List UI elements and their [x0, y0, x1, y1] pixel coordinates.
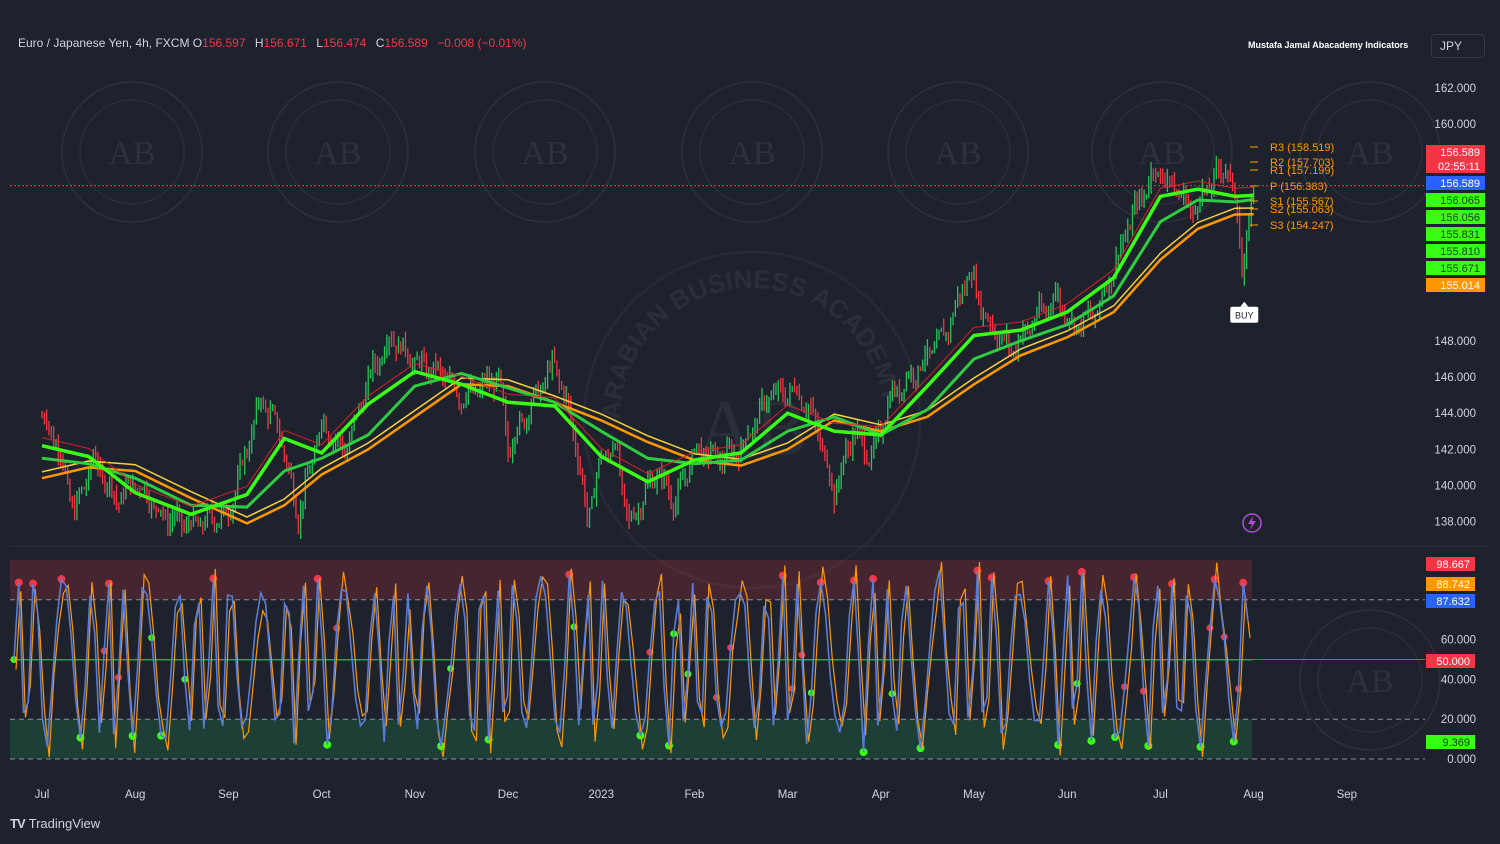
price-badge-text: 156.056	[1440, 212, 1480, 224]
pivot-label: S2 (155.063)	[1270, 204, 1334, 216]
oscillator-badge-text: 88.742	[1436, 579, 1470, 591]
time-axis-tick: Feb	[684, 789, 704, 801]
ema-slow-2-line	[41, 207, 1254, 518]
price-axis-tick: 162.000	[1434, 83, 1476, 95]
oscillator-zone	[10, 560, 1252, 600]
pivot-label: P (156.383)	[1270, 181, 1327, 193]
oscillator-axis-tick: 60.000	[1441, 635, 1476, 647]
time-axis-tick: Sep	[1337, 789, 1357, 801]
watermark-seal-text: AB	[1346, 135, 1393, 172]
tradingview-logo[interactable]: TV TradingView	[10, 816, 100, 831]
oscillator-badge-text: 9.369	[1442, 737, 1470, 749]
price-axis-tick: 144.000	[1434, 408, 1476, 420]
price-badge-text: 156.065	[1440, 195, 1480, 207]
pivot-label: R3 (158.519)	[1270, 142, 1334, 154]
price-badge-text: 155.014	[1440, 280, 1480, 292]
watermark-seal-text: AB	[314, 135, 361, 172]
alert-lightning-bolt	[1248, 516, 1256, 530]
time-axis-tick: Oct	[313, 789, 332, 801]
buy-label: BUY	[1235, 311, 1254, 321]
change-value: −0.008 (−0.01%)	[437, 36, 527, 50]
high-label: H	[254, 36, 264, 50]
low-value: 156.474	[322, 36, 367, 50]
oscillator-badge-text: 98.667	[1436, 559, 1470, 571]
price-badge-text: 02:55:11	[1438, 161, 1480, 173]
currency-button[interactable]: JPY	[1431, 34, 1485, 58]
indicator-brand: Mustafa Jamal Abacademy Indicators	[1248, 40, 1409, 50]
price-axis-tick: 146.000	[1434, 372, 1476, 384]
symbol-legend: Euro / Japanese Yen, 4h, FXCM O156.597 H…	[18, 36, 533, 50]
time-axis-tick: May	[963, 789, 985, 801]
watermark-seal-text: AB	[1138, 135, 1185, 172]
time-axis-tick: Jul	[1153, 789, 1168, 801]
price-badge-text: 155.810	[1440, 246, 1480, 258]
pivot-label: S3 (154.247)	[1270, 220, 1334, 232]
watermark-seal-text: AB	[521, 135, 568, 172]
price-axis-tick: 140.000	[1434, 480, 1476, 492]
watermark-seal-text: AB	[1346, 663, 1393, 700]
time-axis-tick: Aug	[125, 789, 145, 801]
price-axis-tick: 142.000	[1434, 444, 1476, 456]
price-badge-text: 155.831	[1440, 229, 1480, 241]
time-axis-tick: Aug	[1243, 789, 1263, 801]
chart-window: ABABABABABABABABARABIAN BUSINESS ACADEMY…	[0, 0, 1500, 844]
oscillator-zone	[10, 719, 1252, 759]
oscillator-axis-tick: 40.000	[1441, 674, 1476, 686]
time-axis-tick: Dec	[498, 789, 519, 801]
watermark-seal-text: AB	[934, 135, 981, 172]
price-badge-text: 156.589	[1440, 178, 1480, 190]
oscillator-axis-tick: 0.000	[1447, 754, 1476, 766]
price-axis-tick: 148.000	[1434, 336, 1476, 348]
chart-canvas[interactable]: ABABABABABABABABARABIAN BUSINESS ACADEMY…	[0, 0, 1500, 844]
price-badge-text: 155.671	[1440, 263, 1480, 275]
time-axis-tick: Jun	[1058, 789, 1077, 801]
buy-arrow-icon	[1240, 301, 1249, 307]
price-axis-tick: 138.000	[1434, 517, 1476, 529]
tradingview-logo-text: TradingView	[28, 816, 101, 831]
price-axis-tick: 160.000	[1434, 119, 1476, 131]
time-axis-tick: Mar	[778, 789, 798, 801]
watermark-seal-text: AB	[728, 135, 775, 172]
time-axis-tick: Sep	[218, 789, 238, 801]
price-badge-text: 156.589	[1440, 147, 1480, 159]
open-value: 156.597	[202, 36, 246, 50]
oscillator-badge-text: 50.000	[1436, 656, 1470, 668]
time-axis-tick: Nov	[405, 789, 426, 801]
time-axis-tick: 2023	[588, 789, 614, 801]
symbol-title[interactable]: Euro / Japanese Yen, 4h, FXCM	[18, 36, 189, 50]
oscillator-badge-text: 87.632	[1436, 596, 1470, 608]
pivot-label: R1 (157.199)	[1270, 165, 1334, 177]
low-label: L	[316, 36, 323, 50]
open-label: O	[192, 36, 203, 50]
oscillator-axis-tick: 20.000	[1441, 714, 1476, 726]
high-value: 156.671	[263, 36, 307, 50]
close-value: 156.589	[384, 36, 428, 50]
tradingview-mark-icon: TV	[10, 816, 26, 831]
ema-mid-line	[41, 198, 1254, 509]
watermark-seal-text: AB	[108, 135, 155, 172]
time-axis-tick: Apr	[872, 789, 890, 801]
time-axis-tick: Jul	[35, 789, 50, 801]
ema-fast-line	[41, 187, 1254, 517]
